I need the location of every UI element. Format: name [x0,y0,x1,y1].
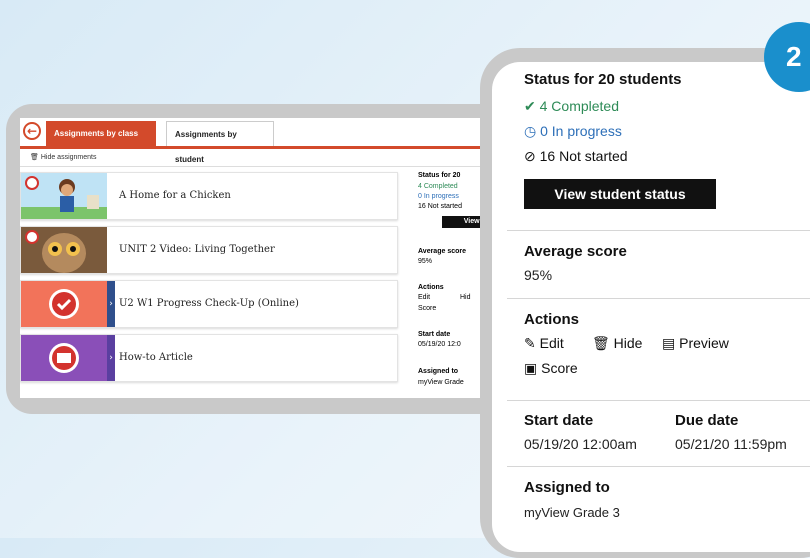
assignment-title[interactable]: How-to Article [119,335,193,381]
assignment-row[interactable]: › U2 W1 Progress Check-Up (Online) [20,280,398,328]
score-label: Score [541,360,578,376]
back-screen: ← Assignments by class Assignments by st… [20,118,520,398]
hide-assignments-link[interactable]: 🗑 Hide assignments [20,149,520,167]
score-action[interactable]: ▣ Score [524,360,578,377]
mini-avg-label: Average score [418,248,466,255]
mini-not-started: 16 Not started [418,203,462,210]
mini-completed: 4 Completed [418,183,458,190]
preview-icon: ▤ [662,335,676,351]
hide-action[interactable]: 🗑 Hide [592,335,642,352]
in-progress-status: ◷ 0 In progress [524,123,622,140]
completed-status: ✔ 4 Completed [524,98,619,115]
mini-hide[interactable]: Hid [460,294,471,301]
trash-icon: 🗑 [592,335,610,351]
check-circle-icon: ✔ [524,98,536,114]
mini-assigned-label: Assigned to [418,368,459,375]
preview-action[interactable]: ▤ Preview [662,335,729,352]
completed-label: 4 Completed [539,98,620,114]
hide-label: Hide [613,335,643,351]
mini-in-progress: 0 In progress [418,193,459,200]
edit-action[interactable]: ✎ Edit [524,335,564,352]
assignment-title[interactable]: UNIT 2 Video: Living Together [119,227,275,273]
in-progress-label: 0 In progress [540,123,622,139]
tab-assignments-by-class[interactable]: Assignments by class [46,121,156,146]
mini-avg-value: 95% [418,258,433,265]
chevron-right-icon: › [107,281,115,327]
mini-status-title: Status for 20 [418,172,461,179]
due-date-label: Due date [675,412,739,429]
tab-assignments-by-student[interactable]: Assignments by student [166,121,274,164]
divider [507,466,810,467]
mini-edit[interactable]: Edit [418,294,430,301]
edit-label: Edit [539,335,564,351]
not-started-label: 16 Not started [539,148,628,164]
view-student-status-button[interactable]: View student status [524,179,716,209]
due-date-value: 05/21/20 11:59pm [675,436,787,452]
clock-icon: ◷ [524,123,537,139]
mini-start-label: Start date [418,331,451,338]
preview-label: Preview [679,335,729,351]
chevron-right-icon: › [107,335,115,381]
video-icon [25,230,39,244]
no-entry-icon: ⊘ [524,148,536,164]
mini-score[interactable]: Score [418,305,436,312]
mini-start-value: 05/19/20 12:0 [418,341,461,348]
inbox-icon: ▣ [524,360,538,376]
trash-icon: 🗑 [30,154,39,161]
article-thumbnail [21,335,107,381]
mini-assigned-value: myView Grade [418,379,464,386]
mini-actions-label: Actions [418,284,444,291]
status-title: Status for 20 students [524,71,682,88]
divider [507,400,810,401]
assignment-title[interactable]: A Home for a Chicken [119,173,231,219]
average-score-label: Average score [524,243,627,260]
assignment-row[interactable]: UNIT 2 Video: Living Together [20,226,398,274]
assigned-to-value: myView Grade 3 [524,505,620,520]
assignment-title[interactable]: U2 W1 Progress Check-Up (Online) [119,281,299,327]
book-icon [25,176,39,190]
progress-check-thumbnail [21,281,107,327]
assignment-detail-panel: Status for 20 students ✔ 4 Completed ◷ 0… [492,62,810,552]
actions-label: Actions [524,311,580,328]
not-started-status: ⊘ 16 Not started [524,148,628,165]
pencil-icon: ✎ [524,335,536,351]
hide-assignments-label: Hide assignments [40,154,97,161]
start-date-label: Start date [524,412,594,429]
assignment-row[interactable]: A Home for a Chicken [20,172,398,220]
divider [507,230,810,231]
back-arrow-icon[interactable]: ← [23,122,41,140]
tab-bar: ← Assignments by class Assignments by st… [20,118,520,164]
average-score-value: 95% [524,267,553,283]
assigned-to-label: Assigned to [524,479,610,496]
start-date-value: 05/19/20 12:00am [524,436,637,452]
divider [507,298,810,299]
assignment-row[interactable]: › How-to Article [20,334,398,382]
